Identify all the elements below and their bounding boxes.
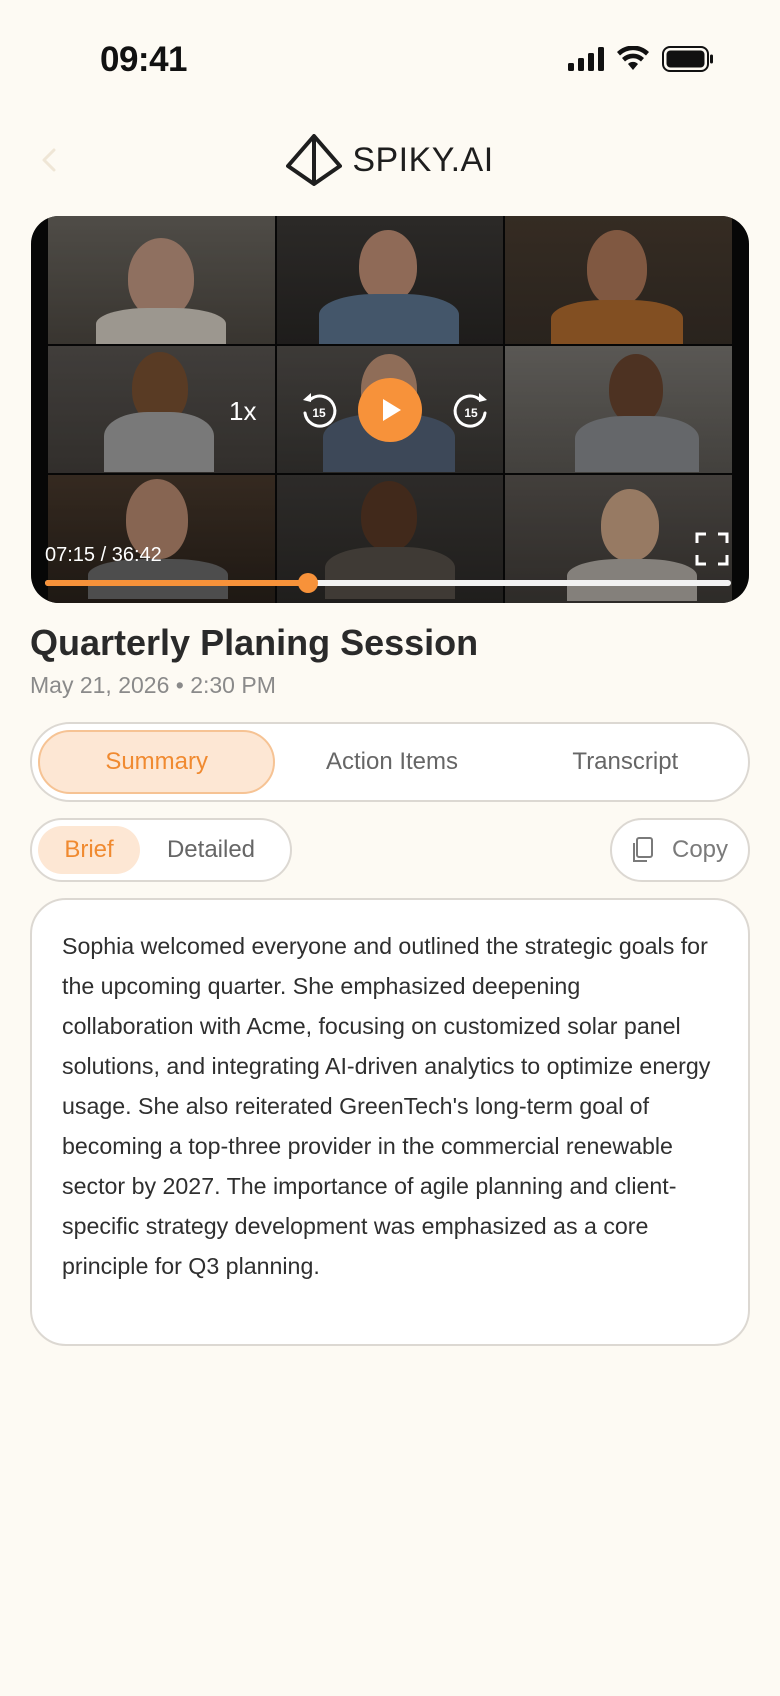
copy-icon [632, 837, 653, 862]
fullscreen-icon [695, 532, 729, 566]
play-button[interactable] [358, 378, 422, 442]
progress-track[interactable] [45, 573, 731, 593]
cellular-signal-icon [568, 47, 604, 71]
summary-text: Sophia welcomed everyone and outlined th… [62, 933, 711, 1279]
rewind-icon: 15 [303, 393, 337, 428]
timecode: 07:15 / 36:42 [45, 544, 162, 566]
rewind-15-button[interactable]: 15 [299, 391, 339, 431]
play-icon [383, 399, 401, 421]
rewind-seconds-label: 15 [312, 406, 326, 420]
tab-action-items[interactable]: Action Items [275, 730, 508, 794]
fullscreen-button[interactable] [695, 532, 729, 566]
battery-icon [662, 46, 713, 72]
brief-option[interactable]: Brief [38, 826, 140, 874]
progress-fill [45, 580, 308, 586]
brand: SPIKY.AI [0, 130, 780, 190]
meeting-date: May 21, 2026 • 2:30 PM [30, 672, 276, 698]
status-icons [568, 46, 714, 72]
progress-knob[interactable] [297, 573, 318, 593]
meeting-title: Quarterly Planing Session [30, 622, 479, 663]
summary-card: Sophia welcomed everyone and outlined th… [30, 898, 750, 1346]
copy-label: Copy [671, 836, 729, 863]
copy-button[interactable]: Copy [610, 818, 750, 882]
forward-seconds-label: 15 [464, 406, 478, 420]
brand-name: SPIKY.AI [352, 140, 494, 179]
detailed-option[interactable]: Detailed [146, 826, 276, 874]
player-controls: 1x 15 15 07:15 / 36:42 [31, 216, 749, 603]
playback-speed-button[interactable]: 1x [229, 396, 256, 427]
wifi-icon [617, 46, 649, 70]
tab-summary[interactable]: Summary [38, 730, 276, 794]
video-player[interactable]: 1x 15 15 07:15 / 36:42 [31, 216, 749, 603]
summary-mode-toggle: Brief Detailed [30, 818, 292, 882]
diamond-logo-icon [286, 134, 343, 186]
forward-icon: 15 [453, 393, 487, 428]
status-bar: 09:41 [0, 0, 780, 130]
tab-transcript[interactable]: Transcript [509, 730, 742, 794]
content-tabs: Summary Action Items Transcript [30, 722, 750, 802]
status-time: 09:41 [100, 40, 188, 79]
forward-15-button[interactable]: 15 [451, 391, 491, 431]
